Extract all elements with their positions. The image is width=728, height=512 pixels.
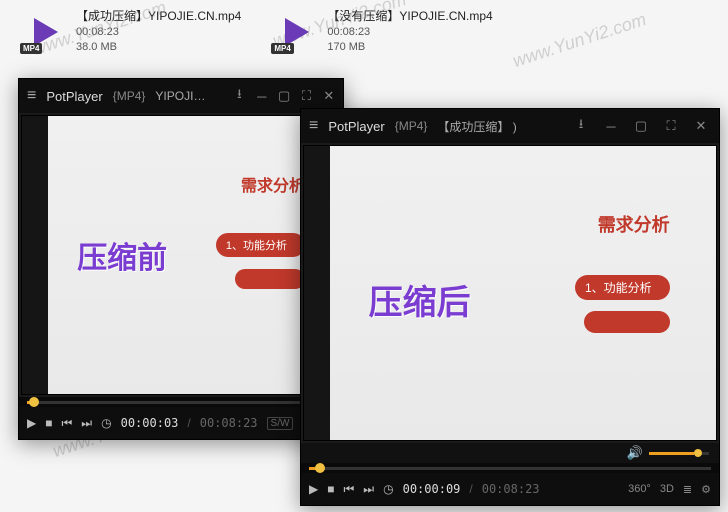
time-total: 00:08:23	[482, 482, 540, 496]
minimize-icon[interactable]: ─	[256, 86, 268, 106]
volume-row: 🔊	[301, 443, 719, 463]
pin-icon[interactable]: ⭳	[571, 116, 591, 136]
slide-heading: 需求分析	[241, 172, 305, 196]
prev-icon[interactable]: ⏮	[61, 416, 72, 431]
progress-bar[interactable]	[19, 397, 343, 407]
slide-heading: 需求分析	[598, 211, 670, 237]
file-meta: 【没有压缩】YIPOJIE.CN.mp4 00:08:23 170 MB	[327, 8, 492, 56]
mp4-badge: MP4	[271, 43, 293, 54]
file-name: 【没有压缩】YIPOJIE.CN.mp4	[327, 8, 492, 25]
volume-knob[interactable]	[694, 449, 702, 457]
titlebar-filename: 【成功压缩】 )	[437, 118, 516, 135]
render-mode[interactable]: S/W	[267, 417, 294, 430]
volume-slider[interactable]	[649, 452, 709, 455]
slide-item: 1、功能分析	[575, 275, 670, 300]
time-total: 00:08:23	[200, 416, 258, 430]
progress-knob[interactable]	[315, 463, 325, 473]
file-duration: 00:08:23	[327, 25, 492, 40]
progress-bar[interactable]	[301, 463, 719, 473]
video-area[interactable]: 需求分析 1、功能分析 压缩后	[303, 145, 717, 441]
clock-icon[interactable]: ◷	[383, 482, 393, 496]
format-label: {MP4}	[395, 119, 428, 133]
mp4-badge: MP4	[20, 43, 42, 54]
file-name: 【成功压缩】YIPOJIE.CN.mp4	[76, 8, 241, 25]
maximize-icon[interactable]: ▢	[278, 86, 290, 106]
prev-icon[interactable]: ⏮	[343, 482, 354, 497]
controls: ▶ ■ ⏮ ⏭ ◷ 00:00:03 / 00:08:23 S/W	[19, 407, 343, 439]
3d-button[interactable]: 3D	[660, 483, 674, 495]
titlebar-filename: YIPOJIE.CN.mp4	[155, 89, 213, 103]
pin-icon[interactable]: ⭳	[233, 86, 245, 106]
progress-knob[interactable]	[29, 397, 39, 407]
minimize-icon[interactable]: ─	[601, 116, 621, 136]
file-item[interactable]: MP4 【成功压缩】YIPOJIE.CN.mp4 00:08:23 38.0 M…	[20, 8, 241, 56]
play-icon[interactable]: ▶	[309, 482, 318, 496]
titlebar[interactable]: ≡ PotPlayer {MP4} YIPOJIE.CN.mp4 ⭳ ─ ▢ ⛶…	[19, 79, 343, 113]
volume-icon[interactable]: 🔊	[627, 445, 643, 461]
app-name: PotPlayer	[328, 119, 384, 134]
time-current: 00:00:03	[121, 416, 179, 430]
file-item[interactable]: MP4 【没有压缩】YIPOJIE.CN.mp4 00:08:23 170 MB	[271, 8, 492, 56]
slide-content: 需求分析 1、功能分析 压缩前	[48, 116, 340, 394]
settings-icon[interactable]: ⚙	[701, 483, 711, 496]
video-sidebar	[22, 116, 48, 394]
controls: ▶ ■ ⏮ ⏭ ◷ 00:00:09 / 00:08:23 360° 3D ≣ …	[301, 473, 719, 505]
play-icon[interactable]: ▶	[27, 416, 36, 430]
time-current: 00:00:09	[403, 482, 461, 496]
playlist-icon[interactable]: ≣	[683, 483, 692, 496]
next-icon[interactable]: ⏭	[81, 416, 92, 431]
fullscreen-icon[interactable]: ⛶	[661, 116, 681, 136]
close-icon[interactable]: ✕	[323, 86, 335, 106]
file-size: 170 MB	[327, 40, 492, 55]
video-area[interactable]: 需求分析 1、功能分析 压缩前	[21, 115, 341, 395]
video-file-icon: MP4	[271, 8, 319, 56]
video-file-icon: MP4	[20, 8, 68, 56]
app-name: PotPlayer	[46, 89, 102, 104]
format-label: {MP4}	[113, 89, 146, 103]
menu-icon[interactable]: ≡	[27, 87, 36, 105]
overlay-label: 压缩后	[369, 275, 471, 324]
clock-icon[interactable]: ◷	[101, 416, 111, 430]
slide-content: 需求分析 1、功能分析 压缩后	[330, 146, 716, 440]
titlebar[interactable]: ≡ PotPlayer {MP4} 【成功压缩】 ) ⭳ ─ ▢ ⛶ ✕	[301, 109, 719, 143]
vr360-button[interactable]: 360°	[628, 483, 651, 495]
stop-icon[interactable]: ■	[327, 482, 334, 496]
video-sidebar	[304, 146, 330, 440]
stop-icon[interactable]: ■	[45, 416, 52, 430]
slide-item-blank	[584, 311, 670, 333]
maximize-icon[interactable]: ▢	[631, 116, 651, 136]
file-size: 38.0 MB	[76, 40, 241, 55]
file-list: MP4 【成功压缩】YIPOJIE.CN.mp4 00:08:23 38.0 M…	[0, 0, 728, 64]
player-window-left: ≡ PotPlayer {MP4} YIPOJIE.CN.mp4 ⭳ ─ ▢ ⛶…	[18, 78, 344, 440]
slide-item-blank	[235, 269, 305, 289]
file-meta: 【成功压缩】YIPOJIE.CN.mp4 00:08:23 38.0 MB	[76, 8, 241, 56]
overlay-label: 压缩前	[77, 233, 167, 277]
close-icon[interactable]: ✕	[691, 116, 711, 136]
fullscreen-icon[interactable]: ⛶	[300, 86, 312, 106]
slide-item: 1、功能分析	[216, 233, 305, 257]
file-duration: 00:08:23	[76, 25, 241, 40]
player-window-right: ≡ PotPlayer {MP4} 【成功压缩】 ) ⭳ ─ ▢ ⛶ ✕ 需求分…	[300, 108, 720, 506]
next-icon[interactable]: ⏭	[363, 482, 374, 497]
menu-icon[interactable]: ≡	[309, 117, 318, 135]
